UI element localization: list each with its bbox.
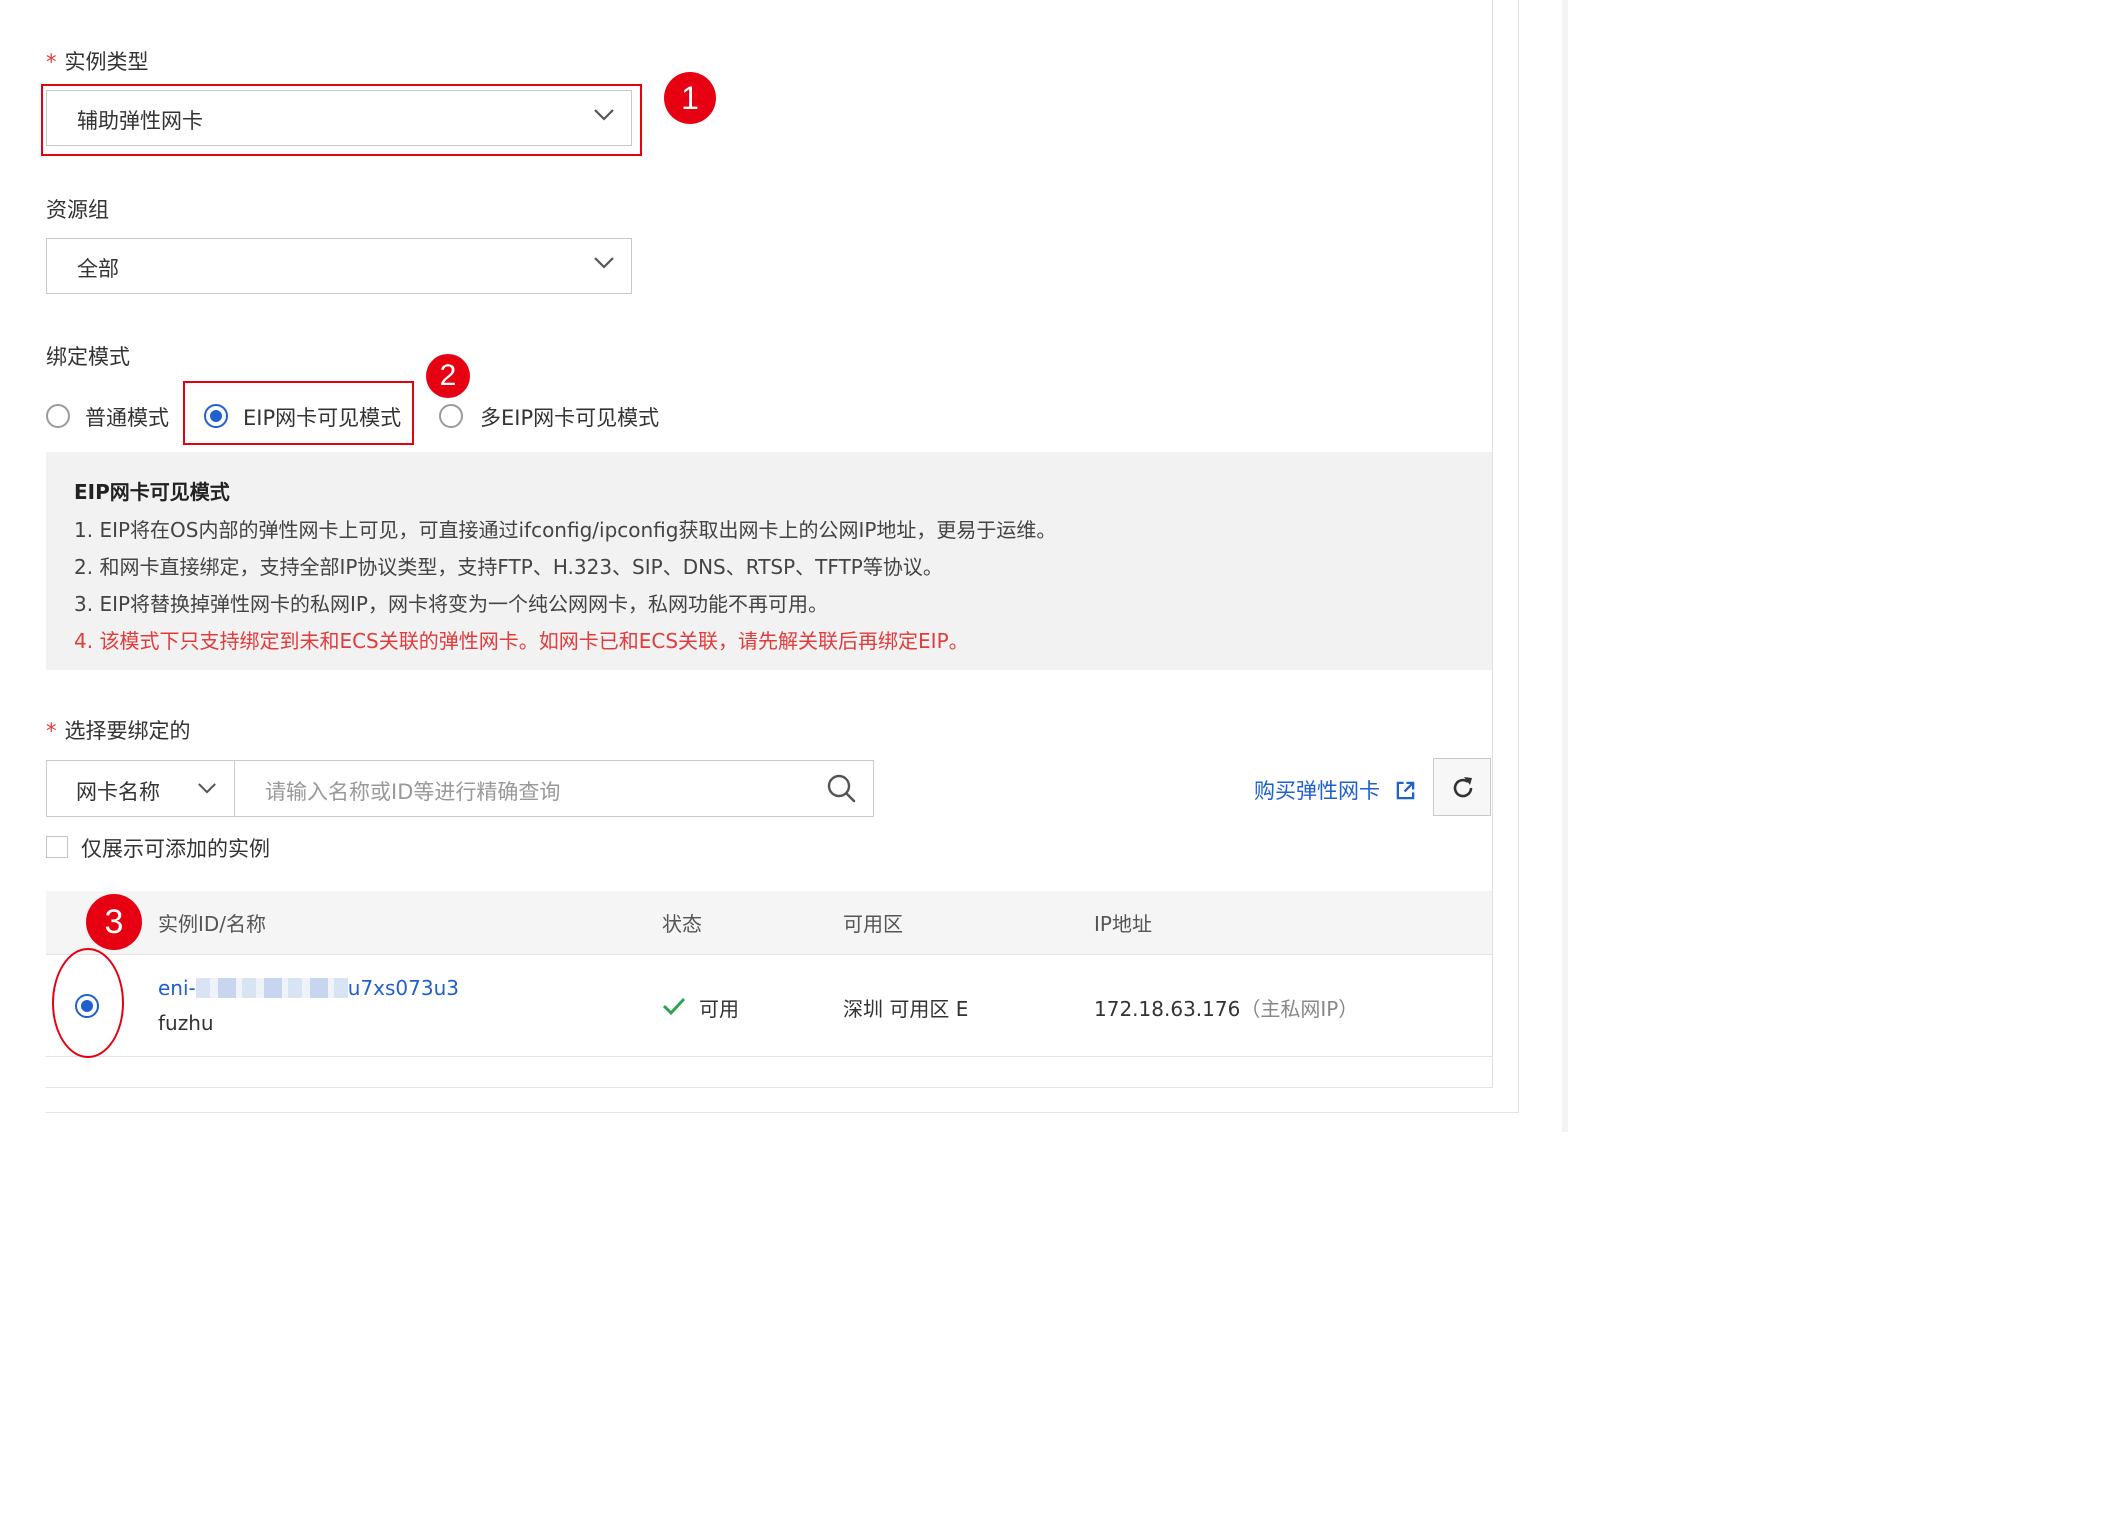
mode-description-warning: 4. 该模式下只支持绑定到未和ECS关联的弹性网卡。如网卡已和ECS关联，请先解… bbox=[74, 629, 969, 653]
chevron-down-icon bbox=[198, 783, 216, 794]
radio-normal-mode[interactable] bbox=[46, 404, 70, 428]
external-link-icon[interactable] bbox=[1395, 780, 1416, 801]
panel-bottom-border bbox=[46, 1112, 1519, 1113]
annotation-box-2 bbox=[183, 381, 414, 445]
col-header-zone: 可用区 bbox=[843, 912, 903, 936]
mode-description-line-1: 1. EIP将在OS内部的弹性网卡上可见，可直接通过ifconfig/ipcon… bbox=[74, 518, 1057, 542]
refresh-button[interactable] bbox=[1433, 758, 1491, 816]
annotation-badge-3: 3 bbox=[86, 894, 142, 950]
buy-eni-link[interactable]: 购买弹性网卡 bbox=[1254, 775, 1416, 805]
ip-address: 172.18.63.176 bbox=[1094, 997, 1241, 1021]
filter-field-value: 网卡名称 bbox=[76, 780, 160, 804]
only-addable-label[interactable]: 仅展示可添加的实例 bbox=[81, 833, 270, 863]
mode-description-line-3: 3. EIP将替换掉弹性网卡的私网IP，网卡将变为一个纯公网网卡，私网功能不再可… bbox=[74, 592, 828, 616]
annotation-badge-1: 1 bbox=[664, 72, 716, 124]
instance-id-prefix[interactable]: eni- bbox=[158, 976, 196, 1000]
instance-id-redacted bbox=[195, 978, 348, 998]
col-header-instance: 实例ID/名称 bbox=[158, 912, 267, 936]
instance-type-label: * 实例类型 bbox=[46, 46, 149, 76]
resource-group-label: 资源组 bbox=[46, 198, 109, 222]
search-input[interactable]: 请输入名称或ID等进行精确查询 bbox=[234, 760, 874, 817]
resource-group-value: 全部 bbox=[77, 257, 119, 281]
ip-cell: 172.18.63.176（主私网IP） bbox=[1094, 993, 1358, 1022]
search-placeholder: 请输入名称或ID等进行精确查询 bbox=[265, 780, 561, 804]
resource-group-select[interactable]: 全部 bbox=[46, 238, 632, 294]
outer-right-border bbox=[1518, 0, 1519, 1112]
status-text: 可用 bbox=[699, 997, 739, 1021]
required-asterisk: * bbox=[46, 50, 57, 74]
content-right-border bbox=[1492, 0, 1493, 1088]
select-bind-label-text: 选择要绑定的 bbox=[64, 719, 191, 743]
instance-id-suffix[interactable]: u7xs073u3 bbox=[348, 976, 459, 1000]
buy-eni-link-text[interactable]: 购买弹性网卡 bbox=[1254, 779, 1380, 803]
instance-type-label-text: 实例类型 bbox=[64, 50, 149, 74]
annotation-badge-2: 2 bbox=[426, 354, 470, 398]
mode-description-panel: EIP网卡可见模式 1. EIP将在OS内部的弹性网卡上可见，可直接通过ifco… bbox=[46, 452, 1492, 670]
radio-normal-mode-label[interactable]: 普通模式 bbox=[85, 402, 169, 432]
instance-id-link[interactable]: eni-u7xs073u3 bbox=[158, 976, 459, 1000]
radio-multi-eip-visible-mode[interactable] bbox=[439, 404, 463, 428]
filter-field-select[interactable]: 网卡名称 bbox=[46, 760, 235, 817]
instance-name: fuzhu bbox=[158, 1011, 214, 1035]
mode-description-line-2: 2. 和网卡直接绑定，支持全部IP协议类型，支持FTP、H.323、SIP、DN… bbox=[74, 555, 943, 579]
ip-note: （主私网IP） bbox=[1240, 997, 1359, 1021]
annotation-box-1 bbox=[41, 84, 642, 156]
required-asterisk: * bbox=[46, 719, 57, 743]
mode-description-title: EIP网卡可见模式 bbox=[74, 480, 230, 504]
search-icon[interactable] bbox=[826, 773, 856, 803]
radio-multi-eip-visible-mode-label[interactable]: 多EIP网卡可见模式 bbox=[480, 402, 659, 432]
chevron-down-icon bbox=[594, 257, 614, 269]
refresh-icon bbox=[1453, 777, 1473, 798]
only-addable-checkbox[interactable] bbox=[46, 836, 68, 858]
scrollbar-track[interactable] bbox=[1562, 0, 1568, 1132]
bind-mode-label: 绑定模式 bbox=[46, 345, 130, 369]
check-icon bbox=[662, 997, 686, 1016]
select-bind-label: * 选择要绑定的 bbox=[46, 715, 191, 745]
table-footer bbox=[46, 1057, 1492, 1088]
col-header-ip: IP地址 bbox=[1094, 912, 1152, 936]
annotation-ellipse-3 bbox=[52, 948, 124, 1058]
col-header-status: 状态 bbox=[662, 912, 702, 936]
zone-text: 深圳 可用区 E bbox=[843, 997, 969, 1021]
